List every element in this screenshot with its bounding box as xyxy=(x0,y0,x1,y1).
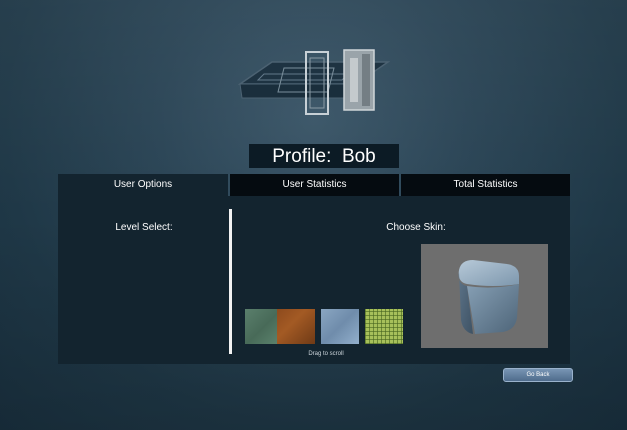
skin-swatch-rusty-metal[interactable] xyxy=(277,309,315,344)
profile-title: Profile: Bob xyxy=(249,144,399,168)
game-logo xyxy=(237,44,391,124)
skin-swatch-blue-metal[interactable] xyxy=(321,309,359,344)
skin-swatch-green-grid[interactable] xyxy=(365,309,403,344)
level-select-label: Level Select: xyxy=(115,222,173,233)
choose-skin-label: Choose Skin: xyxy=(386,222,446,233)
panel-divider xyxy=(229,209,232,354)
tab-user-statistics[interactable]: User Statistics xyxy=(230,174,399,196)
tab-user-options[interactable]: User Options xyxy=(58,174,228,196)
tab-total-statistics[interactable]: Total Statistics xyxy=(401,174,570,196)
cube-preview xyxy=(458,260,519,334)
drag-to-scroll-hint: Drag to scroll xyxy=(308,351,344,357)
skin-preview xyxy=(421,244,548,348)
go-back-button[interactable]: Go Back xyxy=(503,368,573,382)
